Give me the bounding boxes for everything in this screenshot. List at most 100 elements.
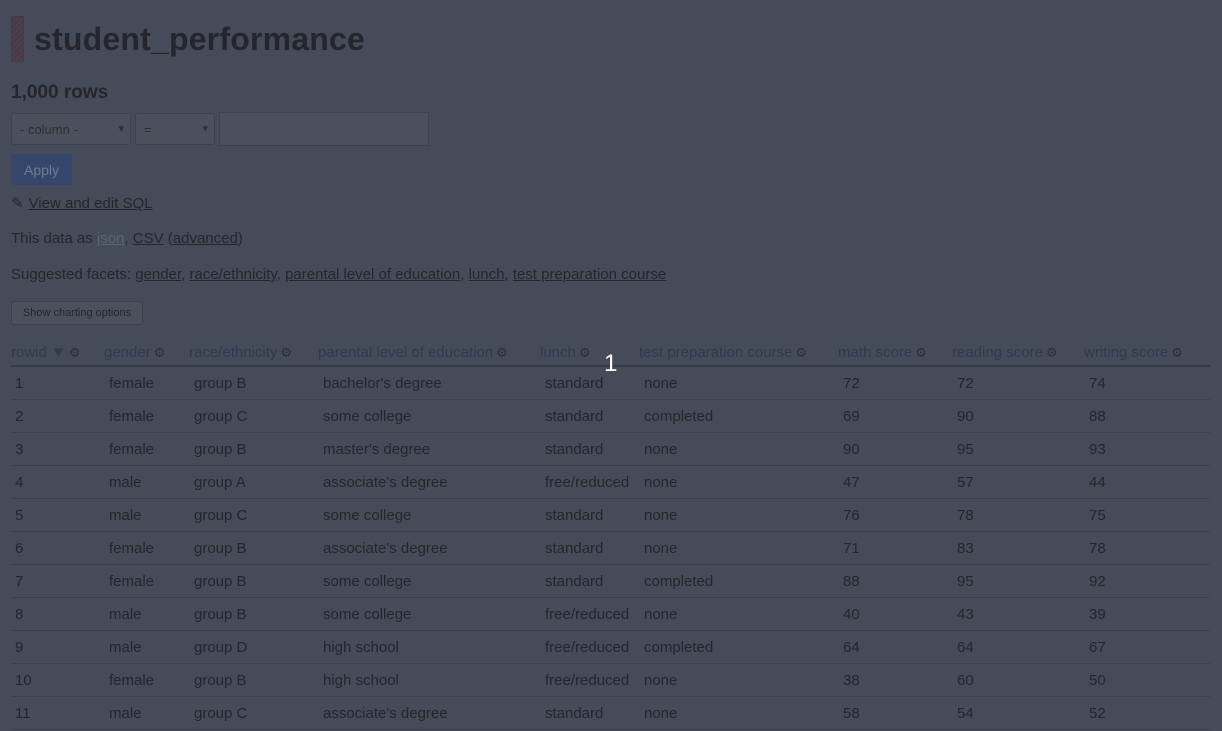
table-cell: 38 xyxy=(838,663,952,697)
overlay-number: 1 xyxy=(604,350,618,377)
column-header-test-prep[interactable]: test preparation course ⚙ xyxy=(639,339,838,367)
export-prefix: This data as xyxy=(11,230,97,247)
rowid-cell[interactable]: 4 xyxy=(11,465,104,499)
rowid-cell[interactable]: 8 xyxy=(11,597,104,631)
column-header-label: rowid xyxy=(11,343,47,361)
filter-value-input[interactable] xyxy=(219,112,429,146)
table-cell: free/reduced xyxy=(540,630,639,664)
facet-link-gender[interactable]: gender xyxy=(135,266,181,283)
table-cell: standard xyxy=(540,399,639,433)
table-cell: none xyxy=(639,531,838,565)
table-cell: 39 xyxy=(1084,597,1210,631)
table-cell: 88 xyxy=(838,564,952,598)
table-cell: female xyxy=(104,663,189,697)
table-row: 3 female group Bmaster's degree standard non… xyxy=(11,432,1210,466)
table-cell: 76 xyxy=(838,498,952,532)
table-cell: 92 xyxy=(1084,564,1210,598)
view-edit-sql-link[interactable]: View and edit SQL xyxy=(29,195,153,212)
table-cell: group B xyxy=(189,597,318,631)
rowid-cell[interactable]: 7 xyxy=(11,564,104,598)
table-cell: standard xyxy=(540,564,639,598)
table-cell: 43 xyxy=(952,597,1084,631)
facets-prefix: Suggested facets: xyxy=(11,266,136,283)
filter-operator-select[interactable]: = ▾ xyxy=(135,113,215,145)
table-cell: free/reduced xyxy=(540,663,639,697)
json-link[interactable]: json xyxy=(97,230,125,247)
table-row: 11 male group Cassociate's degree standard n… xyxy=(11,696,1210,730)
table-cell: none xyxy=(639,465,838,499)
rowid-cell[interactable]: 11 xyxy=(11,696,104,730)
rowid-cell[interactable]: 10 xyxy=(11,663,104,697)
table-cell: 44 xyxy=(1084,465,1210,499)
column-header-label: lunch xyxy=(540,343,576,361)
rowid-cell[interactable]: 1 xyxy=(11,366,104,400)
table-cell: free/reduced xyxy=(540,465,639,499)
filter-operator-label: = xyxy=(144,121,152,137)
rowid-cell[interactable]: 3 xyxy=(11,432,104,466)
apply-button[interactable]: Apply xyxy=(11,154,72,185)
rowid-cell[interactable]: 9 xyxy=(11,630,104,664)
table-cell: standard xyxy=(540,498,639,532)
gear-icon[interactable]: ⚙ xyxy=(69,345,81,360)
gear-icon[interactable]: ⚙ xyxy=(915,345,927,360)
rowid-cell[interactable]: 6 xyxy=(11,531,104,565)
row-count: 1,000 rows xyxy=(11,82,109,103)
gear-icon[interactable]: ⚙ xyxy=(579,345,591,360)
facet-link-test-prep[interactable]: test preparation course xyxy=(513,266,666,283)
facet-link-parental-education[interactable]: parental level of education xyxy=(285,266,460,283)
table-cell: 72 xyxy=(838,366,952,400)
table-row: 4 male group Aassociate's degree free/reduc… xyxy=(11,465,1210,499)
gear-icon[interactable]: ⚙ xyxy=(1046,345,1058,360)
column-header-gender[interactable]: gender ⚙ xyxy=(104,339,189,367)
filter-column-label: - column - xyxy=(20,121,78,137)
facet-link-lunch[interactable]: lunch xyxy=(469,266,505,283)
show-charting-options-button[interactable]: Show charting options xyxy=(11,301,143,325)
table-cell: none xyxy=(639,498,838,532)
table-cell: female xyxy=(104,399,189,433)
sql-row: ✎ View and edit SQL xyxy=(11,194,153,212)
gear-icon[interactable]: ⚙ xyxy=(1171,345,1183,360)
gear-icon[interactable]: ⚙ xyxy=(280,345,292,360)
column-header-rowid[interactable]: rowid ▼ ⚙ xyxy=(11,339,104,367)
table-cell: some college xyxy=(318,564,540,598)
column-header-reading-score[interactable]: reading score ⚙ xyxy=(952,339,1084,367)
gear-icon[interactable]: ⚙ xyxy=(496,345,508,360)
table-cell: male xyxy=(104,498,189,532)
column-header-race-ethnicity[interactable]: race/ethnicity ⚙ xyxy=(189,339,318,367)
data-table: rowid ▼ ⚙ gender ⚙ race/ethnicity ⚙ parenta… xyxy=(11,339,1210,730)
csv-link[interactable]: CSV xyxy=(133,230,164,247)
gear-icon[interactable]: ⚙ xyxy=(154,345,166,360)
rowid-cell[interactable]: 5 xyxy=(11,498,104,532)
table-cell: female xyxy=(104,531,189,565)
column-header-label: parental level of education xyxy=(318,343,494,361)
table-cell: some college xyxy=(318,399,540,433)
table-cell: male xyxy=(104,465,189,499)
table-cell: group C xyxy=(189,696,318,730)
advanced-link[interactable]: advanced xyxy=(173,230,238,247)
table-row: 5 male group Csome college standard none 76 78… xyxy=(11,498,1210,532)
column-header-parental-education[interactable]: parental level of education ⚙ xyxy=(318,339,540,367)
rowid-cell[interactable]: 2 xyxy=(11,399,104,433)
table-cell: none xyxy=(639,663,838,697)
table-cell: standard xyxy=(540,696,639,730)
table-cell: some college xyxy=(318,498,540,532)
table-cell: 40 xyxy=(838,597,952,631)
facet-link-race-ethnicity[interactable]: race/ethnicity xyxy=(189,266,276,283)
export-paren-close: ) xyxy=(237,230,243,247)
gear-icon[interactable]: ⚙ xyxy=(795,345,807,360)
page-title-text: student_performance xyxy=(34,20,365,57)
table-cell: none xyxy=(639,696,838,730)
table-cell: 74 xyxy=(1084,366,1210,400)
column-header-writing-score[interactable]: writing score ⚙ xyxy=(1084,339,1210,367)
table-cell: group C xyxy=(189,399,318,433)
table-cell: 78 xyxy=(1084,531,1210,565)
table-cell: group B xyxy=(189,531,318,565)
table-cell: associate's degree xyxy=(318,465,540,499)
column-header-math-score[interactable]: math score ⚙ xyxy=(838,339,952,367)
table-cell: female xyxy=(104,366,189,400)
table-cell: 95 xyxy=(952,432,1084,466)
table-cell: female xyxy=(104,564,189,598)
column-header-lunch[interactable]: lunch ⚙ xyxy=(540,339,639,367)
column-header-label: race/ethnicity xyxy=(189,343,278,361)
filter-column-select[interactable]: - column - ▾ xyxy=(11,113,131,145)
